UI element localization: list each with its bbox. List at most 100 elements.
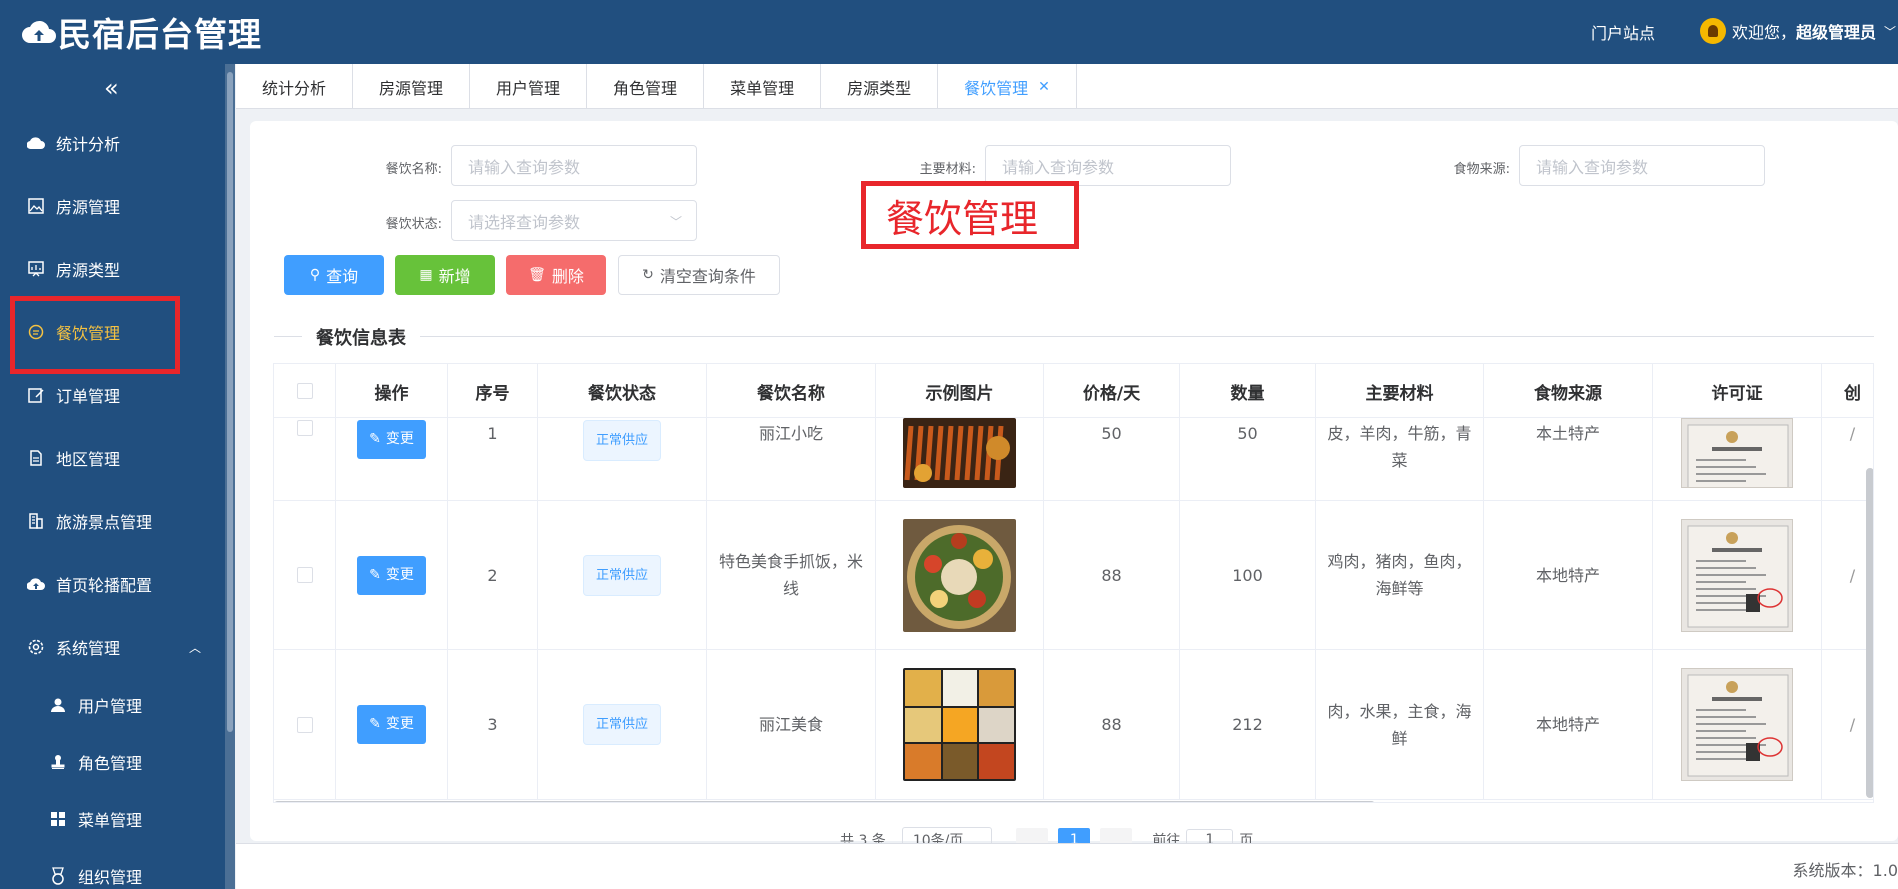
row-index: 2 — [487, 565, 498, 585]
system-version: 系统版本：1.0 — [1792, 861, 1898, 880]
sidebar-subitem-1[interactable]: 用户管理 — [0, 678, 225, 732]
table-cell: 1 — [448, 418, 538, 500]
sidebar-item-1[interactable]: 统计分析 — [0, 116, 225, 170]
user-icon — [48, 696, 68, 714]
food-image — [903, 418, 1016, 488]
row-checkbox[interactable] — [296, 420, 313, 436]
sidebar-item-label: 菜单管理 — [78, 811, 143, 830]
select-all-checkbox-cell — [274, 364, 336, 418]
sidebar-item-7[interactable]: 旅游景点管理 — [0, 494, 225, 548]
change-button[interactable]: ✎ 变更 — [357, 705, 426, 744]
food-status-label: 餐饮状态: — [385, 217, 442, 232]
food-status-select[interactable]: 请选择查询参数 ﹀ — [451, 200, 697, 241]
welcome-text: 欢迎您，超级管理员 — [1732, 23, 1877, 42]
table-cell: 本土特产 — [1484, 418, 1653, 500]
logo[interactable]: 民宿后台管理 — [22, 10, 262, 54]
refresh-icon: ↻ — [642, 267, 654, 283]
status-badge: 正常供应 — [582, 420, 661, 461]
tab-4[interactable]: 角色管理 — [587, 64, 705, 109]
column-header: 许可证 — [1653, 364, 1822, 418]
food-name-label: 餐饮名称: — [385, 162, 442, 177]
sidebar-item-3[interactable]: 房源类型 — [0, 242, 225, 296]
table-cell: 50 — [1180, 418, 1316, 500]
user-menu[interactable]: 欢迎您，超级管理员 ﹀ — [1700, 18, 1896, 44]
table-cell: ✎ 变更 — [336, 501, 448, 649]
chart-icon — [26, 260, 46, 278]
table-cell: 3 — [448, 650, 538, 799]
main-material: 皮，羊肉，牛筋，青菜 — [1327, 424, 1472, 470]
food-source-input[interactable]: 请输入查询参数 — [1519, 145, 1765, 186]
clear-query-button[interactable]: ↻ 清空查询条件 — [618, 255, 780, 295]
sidebar-item-9[interactable]: 系统管理 ︿ — [0, 620, 225, 674]
tab-bar: 统计分析 房源管理 用户管理 角色管理 菜单管理 房源类型 餐饮管理 ✕ — [236, 64, 1898, 109]
table-cell — [274, 650, 336, 799]
row-checkbox[interactable] — [296, 567, 313, 583]
row-checkbox[interactable] — [296, 716, 313, 733]
portal-link[interactable]: 门户站点 — [1591, 20, 1655, 44]
sidebar-subitem-3[interactable]: 菜单管理 — [0, 792, 225, 846]
change-button[interactable]: ✎ 变更 — [357, 555, 426, 595]
food-name: 丽江小吃 — [758, 424, 823, 443]
horizontal-scrollbar[interactable] — [274, 801, 1375, 802]
sidebar-subitem-2[interactable]: 角色管理 — [0, 735, 225, 789]
sidebar-item-6[interactable]: 地区管理 — [0, 431, 225, 485]
food-source-label: 食物来源: — [1453, 162, 1510, 177]
tab-3[interactable]: 用户管理 — [470, 64, 588, 109]
column-header: 创 — [1822, 364, 1873, 418]
main-material: 鸡肉，猪肉，鱼肉，海鲜等 — [1327, 552, 1472, 598]
tab-1[interactable]: 统计分析 — [236, 64, 354, 109]
sidebar-subitem-4[interactable]: 组织管理 — [0, 849, 225, 889]
query-button[interactable]: ⚲ 查询 — [284, 255, 384, 295]
delete-button[interactable]: 🗑 删除 — [506, 255, 606, 295]
table-cell — [1653, 650, 1822, 799]
column-header: 操作 — [336, 364, 448, 418]
add-document-icon: ▦ — [419, 267, 433, 283]
avatar — [1700, 18, 1726, 44]
food-image — [903, 668, 1016, 781]
material-input[interactable]: 请输入查询参数 — [985, 145, 1231, 186]
table-cell — [1653, 501, 1822, 649]
tab-6[interactable]: 房源类型 — [821, 64, 939, 109]
edit-icon: ✎ — [369, 431, 381, 447]
chevron-down-icon: ﹀ — [1884, 24, 1897, 39]
sidebar-item-label: 系统管理 — [56, 639, 121, 658]
sidebar-item-label: 房源管理 — [56, 198, 121, 217]
sidebar-item-label: 房源类型 — [56, 261, 121, 280]
tab-2[interactable]: 房源管理 — [353, 64, 471, 109]
add-button[interactable]: ▦ 新增 — [395, 255, 495, 295]
table-cell — [876, 650, 1044, 799]
table-cell: 本地特产 — [1484, 650, 1653, 799]
tab-7[interactable]: 餐饮管理 ✕ — [938, 64, 1077, 109]
tab-5[interactable]: 菜单管理 — [704, 64, 822, 109]
food-name-input[interactable]: 请输入查询参数 — [451, 145, 697, 186]
table-cell: 肉，水果，主食，海鲜 — [1316, 650, 1484, 799]
edit-icon: ✎ — [369, 566, 381, 583]
collapse-sidebar-button[interactable]: « — [104, 74, 119, 102]
sidebar-item-5[interactable]: 订单管理 — [0, 368, 225, 422]
building-icon — [26, 512, 46, 530]
price: 88 — [1101, 715, 1122, 734]
column-header: 数量 — [1180, 364, 1316, 418]
sidebar-item-2[interactable]: 房源管理 — [0, 179, 225, 233]
sidebar-item-8[interactable]: 首页轮播配置 — [0, 557, 225, 611]
quantity: 212 — [1232, 715, 1263, 734]
section-divider — [274, 336, 1874, 337]
table-cell: 正常供应 — [538, 418, 707, 500]
sidebar-item-label: 角色管理 — [78, 754, 143, 773]
sidebar-scrollbar[interactable] — [225, 64, 235, 889]
grid-icon — [48, 810, 68, 828]
select-all-checkbox[interactable] — [296, 383, 313, 399]
table-cell: 88 — [1044, 650, 1180, 799]
sidebar-item-label: 首页轮播配置 — [56, 576, 153, 595]
close-icon[interactable]: ✕ — [1038, 79, 1050, 95]
table-cell: 特色美食手抓饭，米线 — [707, 501, 876, 649]
table-header: 操作 序号 餐饮状态 餐饮名称 示例图片 价格/天 数量 主要材料 食物来源 许可证创 — [274, 364, 1873, 418]
column-header: 餐饮名称 — [707, 364, 876, 418]
sidebar: « 统计分析 房源管理 房源类型 餐饮管理 订单管理 地区管理 旅游景点管理 首页轮播配置 系统… — [0, 64, 225, 889]
table-cell — [876, 501, 1044, 649]
vertical-scrollbar[interactable] — [1866, 468, 1873, 798]
column-header: 主要材料 — [1316, 364, 1484, 418]
table-row: ✎ 变更 1 正常供应 丽江小吃 50 50 皮，羊肉，牛筋，青菜 本土特产 / — [274, 418, 1873, 501]
change-button[interactable]: ✎ 变更 — [357, 420, 426, 459]
table-cell: 50 — [1044, 418, 1180, 500]
